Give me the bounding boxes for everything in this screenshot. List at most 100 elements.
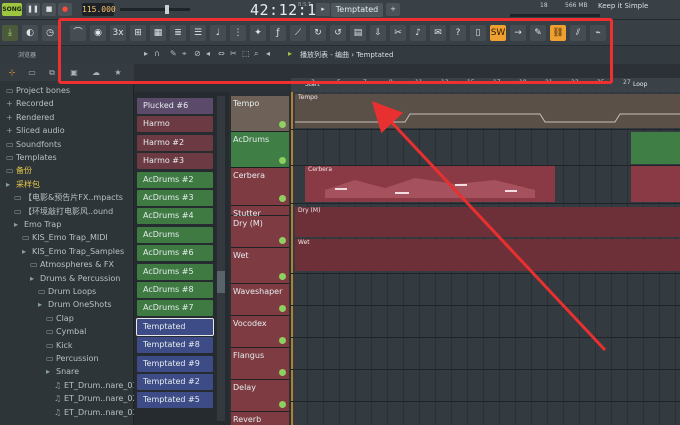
piano-roll-icon[interactable]: ⌒ (70, 25, 86, 41)
slip-tool-icon[interactable]: ⇔ (218, 49, 225, 58)
pattern-item[interactable]: AcDrums #6 (137, 245, 213, 262)
timeline-ruler[interactable]: 3 5 7 9 11 13 15 17 19 21 23 25 27 Start Loop (291, 78, 680, 92)
browser-item[interactable]: ▸ 采样包 (6, 178, 134, 191)
pattern-item[interactable]: AcDrums #4 (137, 208, 213, 225)
loop-marker[interactable]: Loop (633, 81, 647, 88)
pattern-icon[interactable]: ▦ (150, 25, 166, 41)
brush-icon[interactable]: ✎ (530, 25, 546, 41)
browser-item[interactable]: ♫ ET_Drum..nare_01 (54, 379, 134, 392)
graph-icon[interactable]: ⌁ (590, 25, 606, 41)
arrow-right-icon[interactable]: ▸ (144, 49, 148, 58)
magnet-icon[interactable]: ∩ (154, 49, 160, 58)
mic-icon[interactable]: ♪ (410, 25, 426, 41)
track-enable-led[interactable] (279, 305, 286, 312)
loop-icon[interactable]: ◉ (90, 25, 106, 41)
playback-tool-icon[interactable]: ◂ (266, 49, 270, 58)
track-enable-led[interactable] (279, 195, 286, 202)
track-enable-led[interactable] (279, 121, 286, 128)
browser-all-tab-icon[interactable]: ⊹ (4, 66, 20, 79)
browser-item[interactable]: ▭ 备份 (6, 164, 134, 177)
pattern-prev-button[interactable]: ▸ (316, 3, 330, 16)
record-button[interactable]: ● (58, 3, 72, 16)
browser-item[interactable]: ▸ Drums & Percussion (30, 272, 134, 285)
download-icon[interactable]: ⤓ (2, 25, 18, 41)
browser-item[interactable]: ▭ Templates (6, 151, 134, 164)
track-enable-led[interactable] (279, 237, 286, 244)
paint-tool-icon[interactable]: ⌖ (182, 49, 187, 59)
pattern-item[interactable]: Temptated #5 (137, 392, 213, 409)
track-header[interactable]: Vocodex (231, 316, 289, 348)
browser-item[interactable]: ▭ Percussion (46, 352, 134, 365)
browser-cloud-tab-icon[interactable]: ☁ (88, 66, 104, 79)
pause-button[interactable]: ❚❚ (26, 3, 40, 16)
arrangement-area[interactable]: Tempo Cerbera Dry (M) Wet (291, 92, 680, 425)
fx-icon[interactable]: ƒ (270, 25, 286, 41)
track-header[interactable]: Wet (231, 248, 289, 284)
browser-item[interactable]: ▭ 【环境敲打电影风..ound (14, 205, 134, 218)
pattern-item[interactable]: Temptated #8 (137, 337, 213, 354)
browser-icon[interactable]: ▯ (470, 25, 486, 41)
browser-item[interactable]: ▸ Emo Trap (14, 218, 134, 231)
browser-item[interactable]: ▭ KIS_Emo Trap_MIDI (22, 231, 134, 244)
split-icon[interactable]: ⫽ (570, 25, 586, 41)
track-enable-led[interactable] (279, 157, 286, 164)
browser-item[interactable]: ♫ ET_Drum..nare_02 (54, 392, 134, 405)
browser-folder-tab-icon[interactable]: ▭ (24, 66, 40, 79)
link-icon[interactable]: ⛓ (550, 25, 566, 41)
master-volume-slider[interactable] (120, 5, 190, 14)
browser-item[interactable]: ▭ Atmospheres & FX (30, 258, 134, 271)
pattern-item[interactable]: AcDrums #3 (137, 190, 213, 206)
tempo-clip[interactable]: Tempo (295, 94, 680, 128)
slide-icon[interactable]: ⟋ (290, 25, 306, 41)
pattern-item[interactable]: Harmo #3 (137, 153, 213, 170)
select-tool-icon[interactable]: ⬚ (242, 49, 250, 58)
song-mode-icon[interactable]: SW (490, 25, 506, 41)
scrollbar-thumb[interactable] (217, 271, 225, 293)
playlist-play-icon[interactable]: ▸ (288, 49, 292, 58)
browser-item[interactable]: ▸ KIS_Emo Trap_Samples (22, 245, 134, 258)
mute-tool-icon[interactable]: ◂ (206, 49, 210, 58)
chat-icon[interactable]: ✉ (430, 25, 446, 41)
pattern-add-button[interactable]: + (386, 3, 400, 16)
cut-icon[interactable]: ✂ (390, 25, 406, 41)
browser-item[interactable]: ♫ ET_Drum..nare_03 (54, 406, 134, 419)
pattern-selector[interactable]: Temptated (331, 3, 383, 17)
browser-item[interactable]: + Sliced audio (6, 124, 134, 137)
zoom-tool-icon[interactable]: ⌕ (254, 49, 258, 59)
wet-automation-clip[interactable]: Wet (295, 239, 680, 271)
browser-item[interactable]: ▭ Cymbal (46, 325, 134, 338)
browser-item[interactable]: ▭ Project bones (6, 84, 134, 97)
pattern-item[interactable]: AcDrums #5 (137, 263, 213, 280)
track-header[interactable]: Reverb (231, 412, 289, 425)
pencil-tool-icon[interactable]: ✎ (170, 49, 177, 58)
volume-knob[interactable] (165, 5, 169, 14)
channel-rack-icon[interactable]: ☰ (190, 25, 206, 41)
pattern-item[interactable]: Plucked #6 (137, 98, 213, 114)
slice-tool-icon[interactable]: ✂ (230, 49, 237, 58)
stop-button[interactable]: ■ (42, 3, 56, 16)
pattern-item[interactable]: AcDrums #2 (137, 171, 213, 188)
start-marker[interactable]: Start (305, 81, 320, 88)
rewind-icon[interactable]: ↻ (310, 25, 326, 41)
pattern-item[interactable]: Harmo #2 (137, 134, 213, 151)
browser-item[interactable]: + Recorded (6, 97, 134, 110)
track-header[interactable]: Delay (231, 380, 289, 412)
track-enable-led[interactable] (279, 273, 286, 280)
browser-item[interactable]: ▭ Drum Loops (38, 285, 134, 298)
browser-item[interactable]: ▭ 【电影&预告片FX..mpacts (14, 191, 134, 204)
track-enable-led[interactable] (279, 401, 286, 408)
browser-item[interactable]: ▭ Kick (46, 339, 134, 352)
pattern-item[interactable]: Harmo (137, 116, 213, 133)
track-header[interactable]: Tempo (231, 96, 289, 132)
pattern-item[interactable]: Temptated (136, 317, 214, 336)
track-header[interactable]: Flangus (231, 348, 289, 380)
pattern-item[interactable]: AcDrums #7 (137, 300, 213, 317)
step-icon[interactable]: ⋮ (230, 25, 246, 41)
save-icon[interactable]: ▤ (350, 25, 366, 41)
3x-osc-icon[interactable]: 3x (110, 25, 126, 41)
browser-project-tab-icon[interactable]: ▣ (66, 66, 82, 79)
browser-item[interactable]: ▸ Snare (46, 365, 134, 378)
track-header[interactable]: Waveshaper (231, 284, 289, 316)
song-mode-badge[interactable]: SONG (2, 3, 22, 16)
browser-item[interactable]: ▸ Drum OneShots (38, 298, 134, 311)
